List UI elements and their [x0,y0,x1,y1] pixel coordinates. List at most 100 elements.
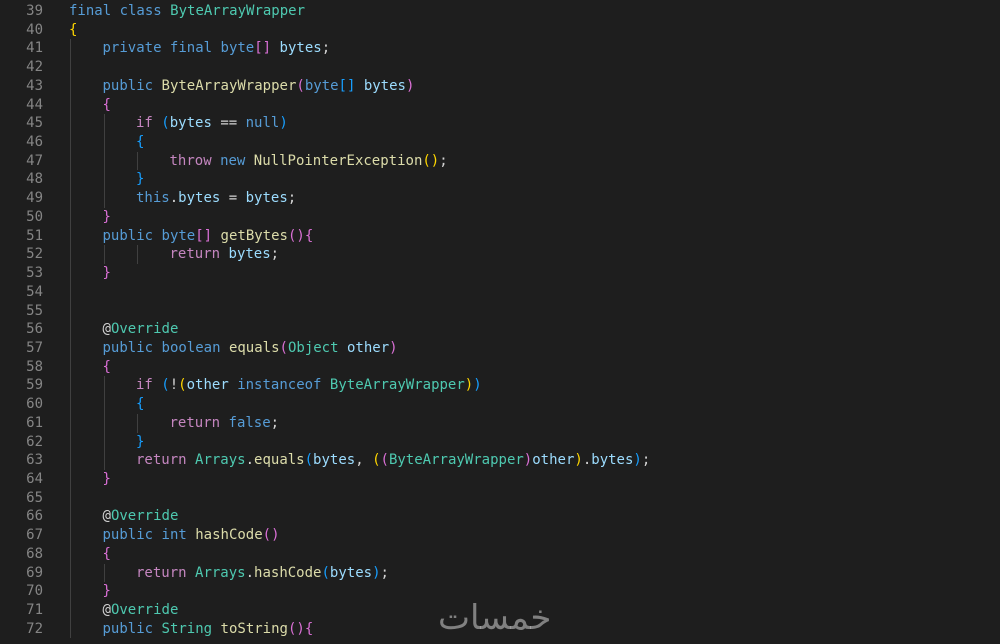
code-token: hashCode [254,564,322,581]
indent-guide [70,357,71,377]
code-text: } [136,433,144,452]
code-line[interactable]: 52 return bytes; [0,245,1000,265]
code-line[interactable]: 51 public byte[] getBytes(){ [0,226,1000,246]
code-line[interactable]: 62} [0,432,1000,452]
code-line[interactable]: 61 return false; [0,413,1000,433]
line-number: 59 [26,377,43,394]
code-token: ; [439,152,448,169]
indent-guide [70,207,71,227]
code-line[interactable]: 69 return Arrays.hashCode(bytes); [0,563,1000,583]
indent-guide [70,563,71,583]
code-token: hashCode [195,527,263,544]
code-token: Override [110,321,179,338]
code-text: @Override [103,320,179,339]
code-text: } [103,582,111,601]
code-token: ) [389,339,398,356]
code-token: int [161,527,196,544]
code-token: bytes [329,564,373,581]
code-line[interactable]: 47 throw new NullPointerException(); [0,151,1000,171]
code-token: public [102,620,162,637]
indent-guide [70,376,71,396]
code-token: ) [464,377,474,394]
code-text: { [103,545,111,564]
code-line[interactable]: 63 return Arrays.equals(bytes, ((ByteArra… [0,451,1000,470]
code-line[interactable]: 56 @Override [0,320,1000,339]
code-token: ) [574,452,583,469]
code-line[interactable]: 57 public boolean equals(Object other) [0,338,1000,358]
code-line[interactable]: 65 [0,488,1000,508]
code-line[interactable]: 53} [0,264,1000,283]
indent-guide [103,151,105,171]
code-line[interactable]: 44 { [0,95,1000,115]
code-editor[interactable]: 39 final class ByteArrayWrapper 40 {41 priva… [0,2,1000,639]
indent-guide [103,451,105,470]
code-line[interactable]: 48} [0,170,1000,190]
code-token: return [136,452,196,469]
line-number: 44 [26,96,43,113]
indent-guide [103,413,105,433]
code-token: = [220,190,246,207]
indent-guide [103,376,105,396]
code-token: ( [304,452,314,469]
indent-guide [70,338,71,358]
code-token: ; [287,190,297,207]
line-number: 48 [26,171,43,188]
code-token: Override [110,602,179,618]
code-token: this [136,190,170,207]
indent-guide [70,95,71,115]
indent-guide [103,170,105,190]
code-line[interactable]: 59 if (!(other instanceof ByteArrayWrappe… [0,376,1000,396]
code-token: private final [102,40,221,57]
code-text: { [69,21,77,40]
code-line[interactable]: 42 [0,58,1000,77]
code-token: ( [321,564,330,581]
code-line[interactable]: 40 { [0,21,1000,40]
indent-guide [70,413,71,433]
code-line[interactable]: 54 [0,282,1000,302]
indent-guide [70,151,71,171]
indent-guide [70,582,71,601]
code-line[interactable]: 43 public ByteArrayWrapper(byte[] bytes) [0,76,1000,96]
code-token: ( [380,452,389,469]
code-token: ; [321,40,331,57]
code-token: public [102,77,162,94]
code-line[interactable]: 46 { [0,133,1000,152]
indent-guide [137,413,138,433]
code-line[interactable]: 68 { [0,544,1000,564]
code-line[interactable]: 60 { [0,395,1000,414]
code-line[interactable]: 64} [0,469,1000,489]
code-token: bytes [279,40,322,57]
code-token: } [102,208,111,225]
code-token: } [102,470,111,487]
code-line[interactable]: 67 public int hashCode() [0,526,1000,545]
code-line[interactable]: 45 if (bytes == null) [0,114,1000,134]
code-token: ; [270,414,280,431]
code-line[interactable]: 50} [0,207,1000,227]
indent-guide [70,395,71,414]
code-line[interactable]: 66 @Override [0,507,1000,527]
indent-guide [70,320,71,339]
watermark-logo: خمسات [438,598,552,638]
code-line[interactable]: 55 [0,301,1000,321]
indent-guide [70,544,71,564]
indent-guide [103,563,105,583]
line-number: 58 [26,358,43,375]
code-line[interactable]: 39 final class ByteArrayWrapper [0,2,1000,21]
code-token: { [136,396,145,413]
code-line[interactable]: 58 { [0,357,1000,377]
code-token: . [245,564,255,581]
code-token: public [102,227,162,244]
code-line[interactable]: 49 this.bytes = bytes; [0,189,1000,208]
code-token: if [136,377,162,394]
line-number: 56 [26,321,43,338]
code-token: other [532,452,575,469]
indent-guide [70,114,71,134]
code-token: { [304,227,314,244]
code-token: @ [102,602,111,618]
code-token: false [228,414,271,431]
code-line[interactable]: 41 private final byte[] bytes; [0,39,1000,59]
code-token: equals [254,452,305,469]
code-text: { [103,358,111,377]
indent-guide [70,601,71,620]
